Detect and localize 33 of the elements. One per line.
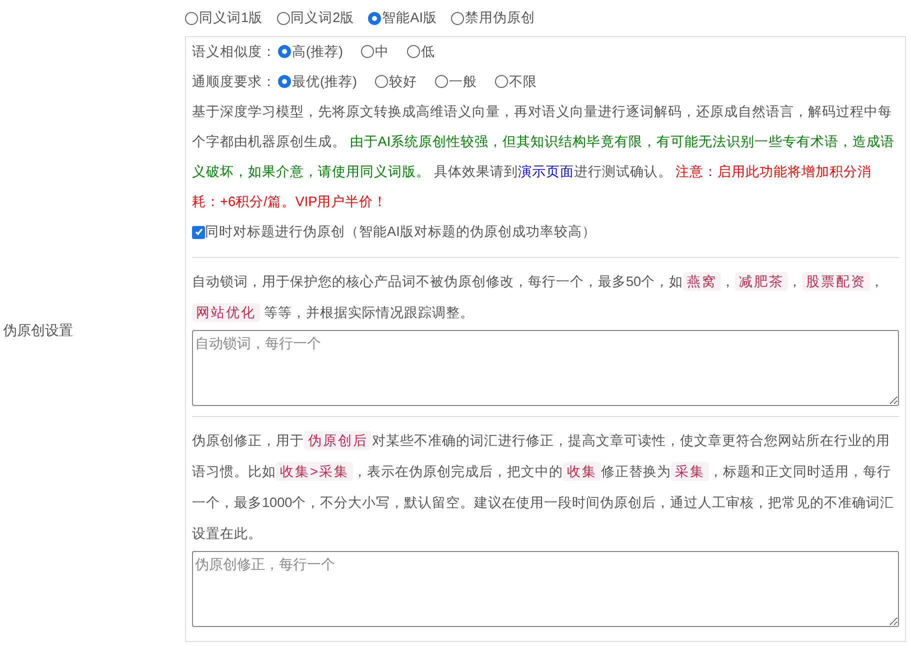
option-label[interactable]: 低 [421, 42, 436, 62]
checkbox-label[interactable]: 同时对标题进行伪原创（智能AI版对标题的伪原创成功率较高） [205, 222, 596, 242]
section-description: 伪原创修正，用于 伪原创后 对某些不准确的词汇进行修正，提高文章可读性，使文章更符合您网站所在行业的用语习惯。比如 收集>采集 ，表示在伪原创完成后，把文中的 收集 修正替换为 采集 ，标题和正文同时适用，每行一个，最多1000个，不分大小写，默认留空。建议在使用一段时间伪原创后，通过人工审核，把常见的不准确词汇设置在此。 [192, 430, 896, 543]
radio-button[interactable] [276, 12, 290, 25]
option-label[interactable]: 中 [375, 42, 390, 62]
radio-button[interactable] [495, 75, 508, 88]
radio-button[interactable] [407, 45, 420, 58]
radio-button[interactable] [375, 75, 388, 88]
radio-button[interactable] [278, 75, 291, 88]
radio-button[interactable] [278, 45, 291, 58]
radio-button[interactable] [435, 75, 448, 88]
section-description: 自动锁词，用于保护您的核心产品词不被伪原创修改，每行一个，最多50个，如 燕窝 ， 减肥茶 ， 股票配资 ， 网站优化 等等，并根据实际情况跟踪调整。 [192, 271, 886, 324]
option-label[interactable]: 同义词1版 [199, 8, 263, 29]
ai-description: 基于深度学习模型，先将原文转换成高维语义向量，再对语义向量进行逐词解码，还原成自然语言，解码过程中每个字都由机器原创生成。 由于AI系统原创性较强，但其知识结构毕竟有限，有可能无法识别一些专有术语，造成语义破坏，如果介意，请使用同义词版。 具体效果请到演示页面进行测试确认。 注意：启用此功能将增加积分消耗：+6积分/篇。VIP用户半价！ [192, 103, 896, 211]
option-label[interactable]: 高(推荐) [292, 42, 344, 62]
input-field[interactable]: 伪原创修正，每行一个 [192, 551, 899, 627]
option-group-label: 通顺度要求： [192, 72, 276, 91]
option-label[interactable]: 禁用伪原创 [464, 8, 535, 29]
option-group-label: 语义相似度： [192, 42, 276, 61]
input-field[interactable]: 自动锁词，每行一个 [192, 330, 899, 406]
settings-label: 伪原创设置 [3, 321, 73, 340]
option-label[interactable]: 同义词2版 [290, 8, 354, 29]
option-label[interactable]: 较好 [389, 72, 418, 92]
option-label[interactable]: 不限 [509, 72, 538, 92]
checkbox[interactable] [192, 226, 205, 238]
option-label[interactable]: 一般 [449, 72, 478, 92]
option-label[interactable]: 智能AI版 [382, 8, 437, 29]
option-label[interactable]: 最优(推荐) [292, 72, 358, 92]
radio-button[interactable] [185, 12, 198, 25]
radio-button[interactable] [450, 12, 464, 25]
radio-button[interactable] [368, 12, 382, 25]
demo-page-link[interactable]: 演示页面 [518, 164, 574, 179]
radio-button[interactable] [361, 45, 374, 58]
